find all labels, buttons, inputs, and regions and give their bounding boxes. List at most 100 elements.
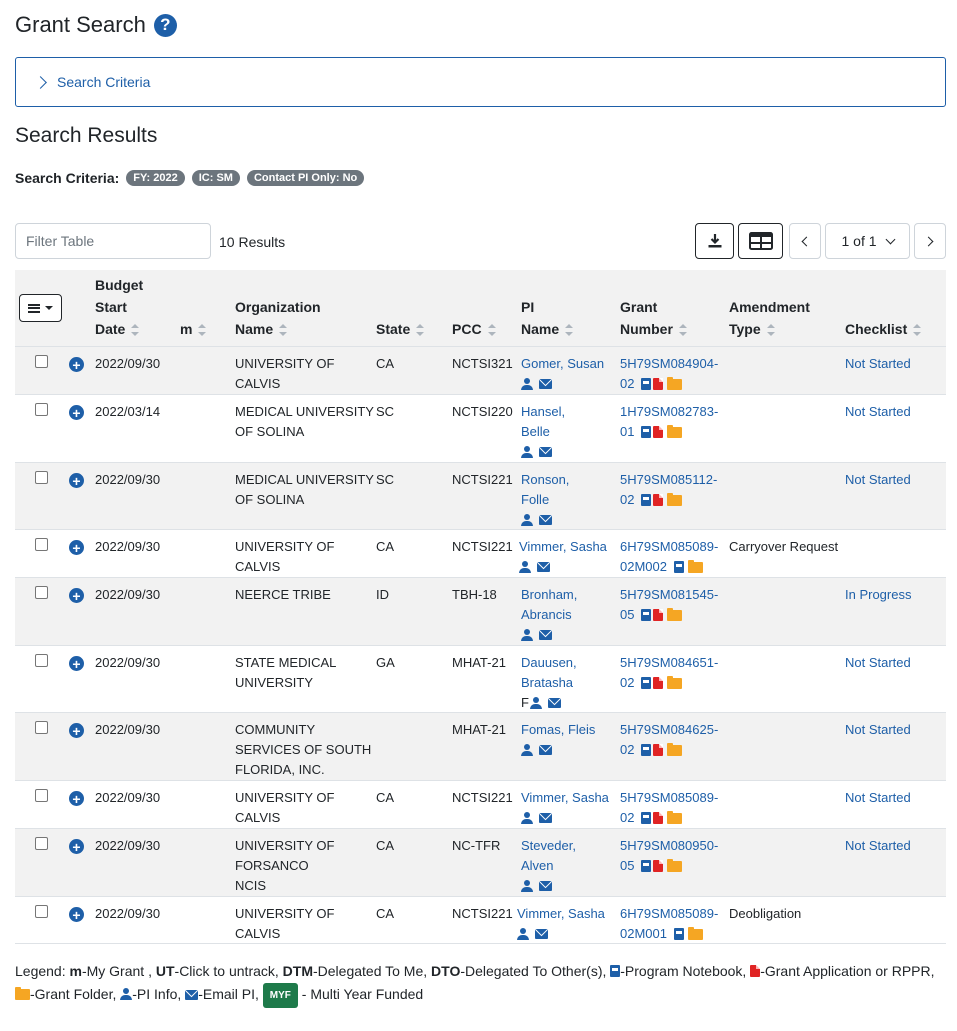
folder-icon[interactable] <box>667 810 683 824</box>
pi-info-icon[interactable] <box>521 629 533 641</box>
folder-icon[interactable] <box>667 607 683 621</box>
grant-number-link[interactable]: 5H79SM081545- <box>620 585 718 605</box>
grant-number-suffix[interactable]: 02 <box>620 374 634 394</box>
row-checkbox[interactable] <box>35 837 48 850</box>
th-checklist[interactable]: Checklist <box>845 318 922 340</box>
column-menu-button[interactable] <box>19 294 62 322</box>
grant-number-link[interactable]: 5H79SM085112- <box>620 470 717 490</box>
grant-number-link[interactable]: 1H79SM082783- <box>620 402 718 422</box>
grant-number-link[interactable]: 5H79SM080950- <box>620 836 718 856</box>
row-checkbox[interactable] <box>35 471 48 484</box>
th-budget-start-date[interactable]: Budget Start Date <box>95 274 143 340</box>
pi-name-link[interactable]: Dauusen, <box>521 653 577 673</box>
grant-number-suffix[interactable]: 02 <box>620 808 634 828</box>
grant-number-link[interactable]: 5H79SM085089- <box>620 788 718 808</box>
folder-icon[interactable] <box>687 559 703 573</box>
email-pi-icon[interactable] <box>539 813 552 823</box>
row-checkbox[interactable] <box>35 538 48 551</box>
pi-name-link[interactable]: Hansel, <box>521 402 565 422</box>
pi-name-link[interactable]: Folle <box>521 490 569 510</box>
pi-name-link[interactable]: Bratasha <box>521 673 577 693</box>
filter-table-input[interactable] <box>15 223 211 259</box>
th-my-grant[interactable]: m <box>180 318 207 340</box>
download-button[interactable] <box>695 223 734 259</box>
cell-checklist-link[interactable]: In Progress <box>845 585 911 605</box>
row-checkbox[interactable] <box>35 721 48 734</box>
pi-name-link[interactable]: Ronson, <box>521 470 569 490</box>
expand-row-icon[interactable]: + <box>69 656 84 671</box>
pi-name-link[interactable]: Steveder, <box>521 836 576 856</box>
email-pi-icon[interactable] <box>539 515 552 525</box>
email-pi-icon[interactable] <box>539 745 552 755</box>
cell-checklist-link[interactable]: Not Started <box>845 720 911 740</box>
pi-name-link[interactable]: Vimmer, Sasha <box>519 537 607 557</box>
pi-info-icon[interactable] <box>517 928 529 940</box>
pi-info-icon[interactable] <box>521 446 533 458</box>
th-organization-name[interactable]: Organization Name <box>235 296 321 340</box>
program-notebook-icon[interactable] <box>641 677 652 689</box>
folder-icon[interactable] <box>667 742 683 756</box>
email-pi-icon[interactable] <box>547 698 561 708</box>
pdf-icon[interactable] <box>653 609 664 621</box>
pi-name-link[interactable]: Abrancis <box>521 605 577 625</box>
row-checkbox[interactable] <box>35 586 48 599</box>
pi-info-icon[interactable] <box>521 880 533 892</box>
program-notebook-icon[interactable] <box>641 744 652 756</box>
th-grant-number[interactable]: Grant Number <box>620 296 687 340</box>
th-state[interactable]: State <box>376 318 425 340</box>
pi-info-icon[interactable] <box>529 697 542 709</box>
folder-icon[interactable] <box>687 926 703 940</box>
pi-name-link[interactable]: Vimmer, Sasha <box>517 904 605 924</box>
email-pi-icon[interactable] <box>539 379 552 389</box>
pdf-icon[interactable] <box>653 378 664 390</box>
next-page-button[interactable] <box>914 223 946 259</box>
grant-number-suffix[interactable]: 02 <box>620 740 634 760</box>
question-circle-icon[interactable]: ? <box>153 13 177 37</box>
pi-name-link[interactable]: Belle <box>521 422 565 442</box>
row-checkbox[interactable] <box>35 789 48 802</box>
grant-number-suffix[interactable]: 02 <box>620 490 634 510</box>
grant-number-link[interactable]: 6H79SM085089- <box>620 904 718 924</box>
folder-icon[interactable] <box>667 858 683 872</box>
program-notebook-icon[interactable] <box>641 609 652 621</box>
expand-row-icon[interactable]: + <box>69 357 84 372</box>
grant-number-suffix[interactable]: 02M001 <box>620 924 667 944</box>
grant-number-suffix[interactable]: 02 <box>620 673 634 693</box>
pi-info-icon[interactable] <box>521 378 533 390</box>
expand-row-icon[interactable]: + <box>69 791 84 806</box>
program-notebook-icon[interactable] <box>641 426 652 438</box>
cell-checklist-link[interactable]: Not Started <box>845 402 911 422</box>
grant-number-suffix[interactable]: 02M002 <box>620 557 667 577</box>
email-pi-icon[interactable] <box>539 447 552 457</box>
row-checkbox[interactable] <box>35 654 48 667</box>
email-pi-icon[interactable] <box>535 929 548 939</box>
pdf-icon[interactable] <box>653 677 664 689</box>
cell-checklist-link[interactable]: Not Started <box>845 354 911 374</box>
program-notebook-icon[interactable] <box>641 812 652 824</box>
program-notebook-icon[interactable] <box>641 494 652 506</box>
folder-icon[interactable] <box>667 376 683 390</box>
grant-number-link[interactable]: 6H79SM085089- <box>620 537 718 557</box>
search-criteria-toggle[interactable]: Search Criteria <box>15 57 946 107</box>
cell-checklist-link[interactable]: Not Started <box>845 653 911 673</box>
pi-info-icon[interactable] <box>521 812 533 824</box>
program-notebook-icon[interactable] <box>673 928 684 940</box>
grant-number-link[interactable]: 5H79SM084651- <box>620 653 718 673</box>
grant-number-suffix[interactable]: 05 <box>620 605 634 625</box>
grant-number-suffix[interactable]: 05 <box>620 856 634 876</box>
th-amendment-type[interactable]: Amendment Type <box>729 296 810 340</box>
pi-info-icon[interactable] <box>521 744 533 756</box>
pi-name-link[interactable]: Vimmer, Sasha <box>521 788 609 808</box>
pdf-icon[interactable] <box>653 426 664 438</box>
expand-row-icon[interactable]: + <box>69 907 84 922</box>
row-checkbox[interactable] <box>35 355 48 368</box>
expand-row-icon[interactable]: + <box>69 473 84 488</box>
row-checkbox[interactable] <box>35 905 48 918</box>
pdf-icon[interactable] <box>653 812 664 824</box>
pdf-icon[interactable] <box>653 494 664 506</box>
th-pi-name[interactable]: PI Name <box>521 296 574 340</box>
th-pcc[interactable]: PCC <box>452 318 496 340</box>
expand-row-icon[interactable]: + <box>69 540 84 555</box>
cell-checklist-link[interactable]: Not Started <box>845 788 911 808</box>
email-pi-icon[interactable] <box>539 881 552 891</box>
